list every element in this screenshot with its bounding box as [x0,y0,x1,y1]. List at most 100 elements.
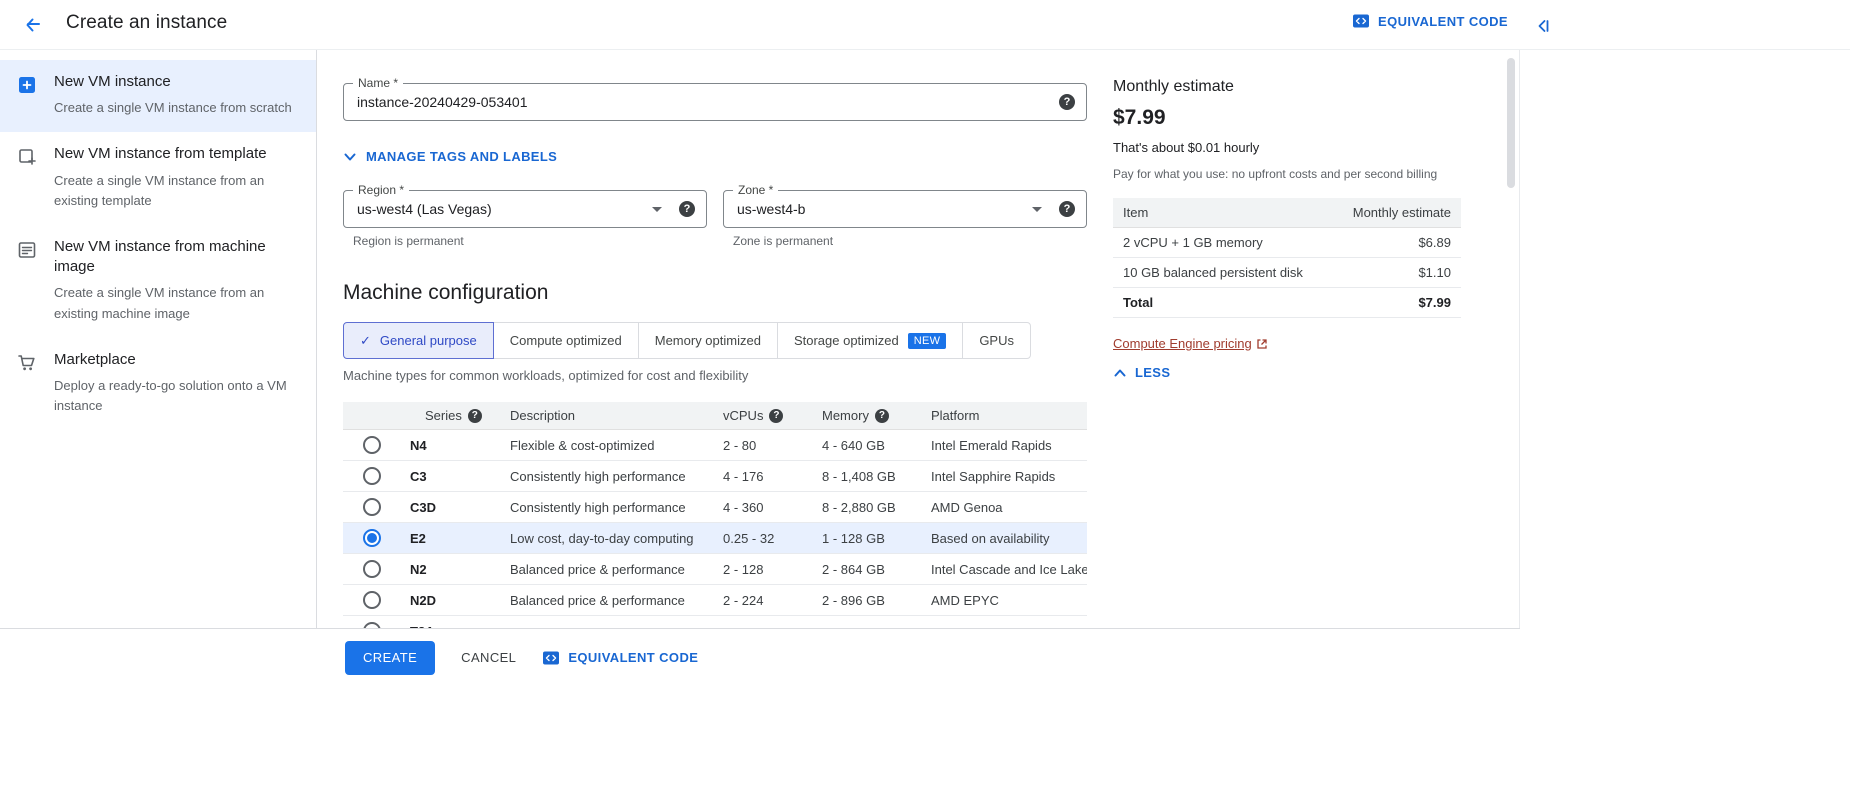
tab-label: General purpose [379,333,477,348]
main-content: Name * MANAGE TAGS AND LABELS Region * u… [318,50,1519,628]
table-row-e2[interactable]: E2 Low cost, day-to-day computing 0.25 -… [343,523,1087,554]
table-row-n2d[interactable]: N2D Balanced price & performance 2 - 224… [343,585,1087,616]
series-description: Balanced price & performance [510,592,685,608]
zone-select[interactable]: Zone * us-west4-b [723,183,1087,228]
less-toggle-button[interactable]: LESS [1113,365,1170,380]
sidebar: New VM instance Create a single VM insta… [0,50,317,628]
back-button[interactable] [16,9,48,41]
series-platform: Intel Cascade and Ice Lake [931,561,1087,577]
instance-name-field[interactable]: Name * [343,76,1087,121]
zone-value: us-west4-b [737,201,806,217]
radio-button-checked[interactable] [362,529,381,547]
tab-general-purpose[interactable]: General purpose [343,322,494,359]
less-label: LESS [1135,365,1171,380]
instance-name-input[interactable] [357,84,988,120]
series-description: Consistently high performance [510,499,686,515]
region-value: us-west4 (Las Vegas) [357,201,492,217]
tab-label: GPUs [979,333,1014,348]
estimate-billing-note: Pay for what you use: no upfront costs a… [1113,167,1438,181]
page-title: Create an instance [66,12,228,33]
compute-engine-pricing-link[interactable]: Compute Engine pricing [1113,336,1268,351]
external-link-icon [1257,338,1267,349]
marketplace-cart-icon [16,350,38,417]
series-description: Flexible & cost-optimized [510,437,655,453]
scrollbar-thumb[interactable] [1507,58,1515,188]
sidebar-item-title: Marketplace [54,350,136,368]
table-row-c3d[interactable]: C3D Consistently high performance 4 - 36… [343,492,1087,523]
estimate-item: 10 GB balanced persistent disk [1123,265,1303,280]
series-table-header: Series Description vCPUs Memory Platform [343,402,1087,430]
dropdown-arrow-icon[interactable] [1032,207,1042,212]
sidebar-item-marketplace[interactable]: Marketplace Deploy a ready-to-go solutio… [0,338,316,431]
region-select[interactable]: Region * us-west4 (Las Vegas) [343,183,707,228]
estimate-price: $7.99 [1113,106,1166,129]
table-row-t2a[interactable]: T2A [343,616,1087,628]
sidebar-item-description: Create a single VM instance from scratch [54,100,292,116]
tab-memory-optimized[interactable]: Memory optimized [637,322,778,359]
series-description: Consistently high performance [510,468,686,484]
new-badge: NEW [907,332,947,349]
series-name: N2 [410,561,427,577]
sidebar-item-title: New VM instance from machine image [54,237,266,276]
sidebar-item-new-vm-from-machine-image[interactable]: New VM instance from machine image Creat… [0,225,316,338]
tab-label: Compute optimized [509,333,622,348]
equivalent-code-button-footer[interactable]: EQUIVALENT CODE [542,649,698,667]
help-icon[interactable] [874,408,889,423]
manage-tags-and-labels-button[interactable]: MANAGE TAGS AND LABELS [343,149,557,164]
series-vcpus: 2 - 128 [723,561,764,577]
series-memory: 4 - 640 GB [822,437,885,453]
radio-button[interactable] [362,560,381,578]
sidebar-item-title: New VM instance [54,73,171,90]
pricing-link-label: Compute Engine pricing [1113,336,1252,351]
create-button[interactable]: CREATE [345,640,436,675]
equivalent-code-button-header[interactable]: EQUIVALENT CODE [1352,12,1508,30]
sidebar-item-description: Deploy a ready-to-go solution onto a VM … [54,377,287,414]
series-table: Series Description vCPUs Memory Platform [343,402,1087,628]
estimate-table-header: Item Monthly estimate [1113,198,1461,228]
series-description: Low cost, day-to-day computing [510,530,694,546]
sidebar-item-description: Create a single VM instance from an exis… [54,172,265,208]
help-icon[interactable] [679,201,695,217]
series-vcpus: 2 - 80 [723,437,757,453]
estimate-table: Item Monthly estimate 2 vCPU + 1 GB memo… [1113,198,1461,318]
tab-label: Storage optimized [793,333,899,348]
radio-button[interactable] [362,467,381,485]
column-header-label: Series [425,408,462,423]
series-memory: 1 - 128 GB [822,530,885,546]
help-icon[interactable] [1059,201,1075,217]
cancel-button[interactable]: CANCEL [461,650,516,665]
table-row-c3[interactable]: C3 Consistently high performance 4 - 176… [343,461,1087,492]
radio-button[interactable] [362,498,381,516]
table-row-n4[interactable]: N4 Flexible & cost-optimized 2 - 80 4 - … [343,430,1087,461]
sidebar-item-description: Create a single VM instance from an exis… [54,285,265,321]
series-vcpus: 2 - 224 [723,592,764,608]
arrow-left-icon [26,18,40,32]
help-icon[interactable] [769,408,784,423]
column-header-description: Description [510,408,723,423]
radio-button[interactable] [362,436,381,454]
help-icon[interactable] [467,408,482,423]
tab-storage-optimized[interactable]: Storage optimized NEW [776,322,964,359]
tab-gpus[interactable]: GPUs [962,322,1031,359]
tab-compute-optimized[interactable]: Compute optimized [492,322,639,359]
table-row-n2[interactable]: N2 Balanced price & performance 2 - 128 … [343,554,1087,585]
panel-divider [1519,50,1520,685]
code-icon [1353,14,1369,28]
dropdown-arrow-icon[interactable] [652,207,662,212]
estimate-value-header: Monthly estimate [1352,205,1451,220]
estimate-item-header: Item [1123,205,1149,220]
help-icon[interactable] [1059,94,1075,110]
collapse-panel-button[interactable] [1530,13,1556,39]
footer-action-bar: CREATE CANCEL EQUIVALENT CODE [0,628,1520,686]
series-name: C3D [410,499,437,515]
sidebar-item-new-vm-instance[interactable]: New VM instance Create a single VM insta… [0,60,316,133]
series-name: E2 [410,530,426,546]
estimate-row-disk: 10 GB balanced persistent disk $1.10 [1113,258,1461,288]
series-platform: Intel Emerald Rapids [931,437,1052,453]
estimate-row-total: Total $7.99 [1113,288,1461,318]
estimate-value: $7.99 [1418,295,1451,310]
sidebar-item-new-vm-from-template[interactable]: New VM instance from template Create a s… [0,132,316,225]
series-vcpus: 4 - 176 [723,468,764,484]
radio-button[interactable] [362,591,381,609]
equivalent-code-label: EQUIVALENT CODE [1378,13,1508,29]
